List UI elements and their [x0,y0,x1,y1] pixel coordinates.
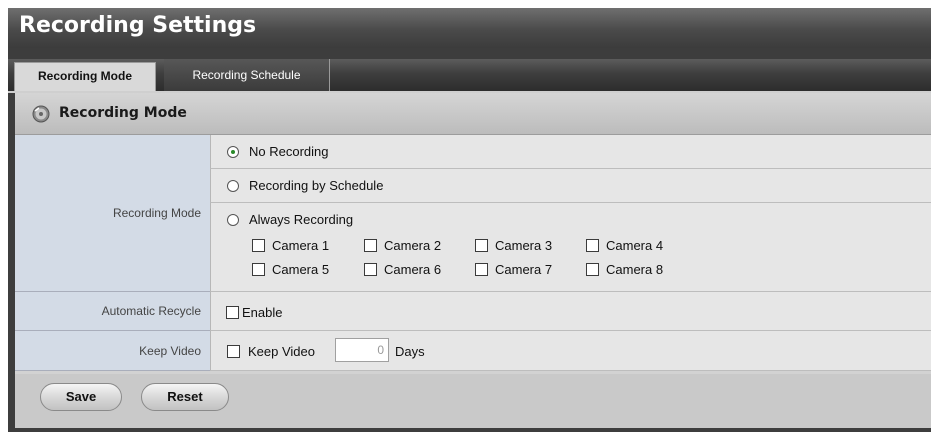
recording-mode-label: Recording Mode [15,135,210,292]
camera-2-checkbox[interactable] [364,239,377,252]
camera-4-label[interactable]: Camera 4 [606,238,663,253]
always-recording-radio[interactable] [227,214,239,226]
settings-panel: Recording Mode Recording Mode No Recordi… [15,93,931,428]
section-title: Recording Mode [59,105,187,121]
recording-by-schedule-row: Recording by Schedule [210,169,931,203]
camera-6-checkbox[interactable] [364,263,377,276]
camera-5-label[interactable]: Camera 5 [272,262,329,277]
enable-recycle-label[interactable]: Enable [242,305,282,320]
camera-7-label[interactable]: Camera 7 [495,262,552,277]
automatic-recycle-label: Automatic Recycle [15,292,210,331]
automatic-recycle-row: Enable [210,292,931,331]
keep-video-row: Keep Video Days [210,331,931,371]
no-recording-radio[interactable] [227,146,239,158]
camera-8-label[interactable]: Camera 8 [606,262,663,277]
camera-8-checkbox[interactable] [586,263,599,276]
tab-bar: Recording Mode Recording Schedule [8,59,931,93]
camera-3-label[interactable]: Camera 3 [495,238,552,253]
keep-video-checkbox[interactable] [227,345,240,358]
page-title: Recording Settings [19,13,257,38]
button-bar: Save Reset [15,374,931,428]
keep-video-days-input[interactable] [335,338,389,362]
camera-6-label[interactable]: Camera 6 [384,262,441,277]
recording-by-schedule-radio[interactable] [227,180,239,192]
camera-4-checkbox[interactable] [586,239,599,252]
camera-1-label[interactable]: Camera 1 [272,238,329,253]
days-unit-label: Days [395,344,425,359]
section-header: Recording Mode [15,93,931,135]
always-recording-row: Always Recording Camera 1 Camera 2 Camer… [210,203,931,292]
title-bar: Recording Settings [8,8,931,48]
camera-1-checkbox[interactable] [252,239,265,252]
save-button[interactable]: Save [40,383,122,411]
keep-video-checkbox-label[interactable]: Keep Video [248,344,315,359]
tab-recording-mode[interactable]: Recording Mode [14,62,156,91]
camera-3-checkbox[interactable] [475,239,488,252]
no-recording-row: No Recording [210,135,931,169]
camera-5-checkbox[interactable] [252,263,265,276]
camera-7-checkbox[interactable] [475,263,488,276]
keep-video-label: Keep Video [15,331,210,371]
recording-by-schedule-label[interactable]: Recording by Schedule [249,178,383,193]
settings-window: Recording Settings Recording Mode Record… [8,8,931,432]
tab-recording-schedule[interactable]: Recording Schedule [164,59,330,91]
enable-recycle-checkbox[interactable] [226,306,239,319]
reset-button[interactable]: Reset [141,383,229,411]
camera-2-label[interactable]: Camera 2 [384,238,441,253]
always-recording-label[interactable]: Always Recording [249,212,353,227]
no-recording-label[interactable]: No Recording [249,144,329,159]
disc-icon [32,105,50,123]
